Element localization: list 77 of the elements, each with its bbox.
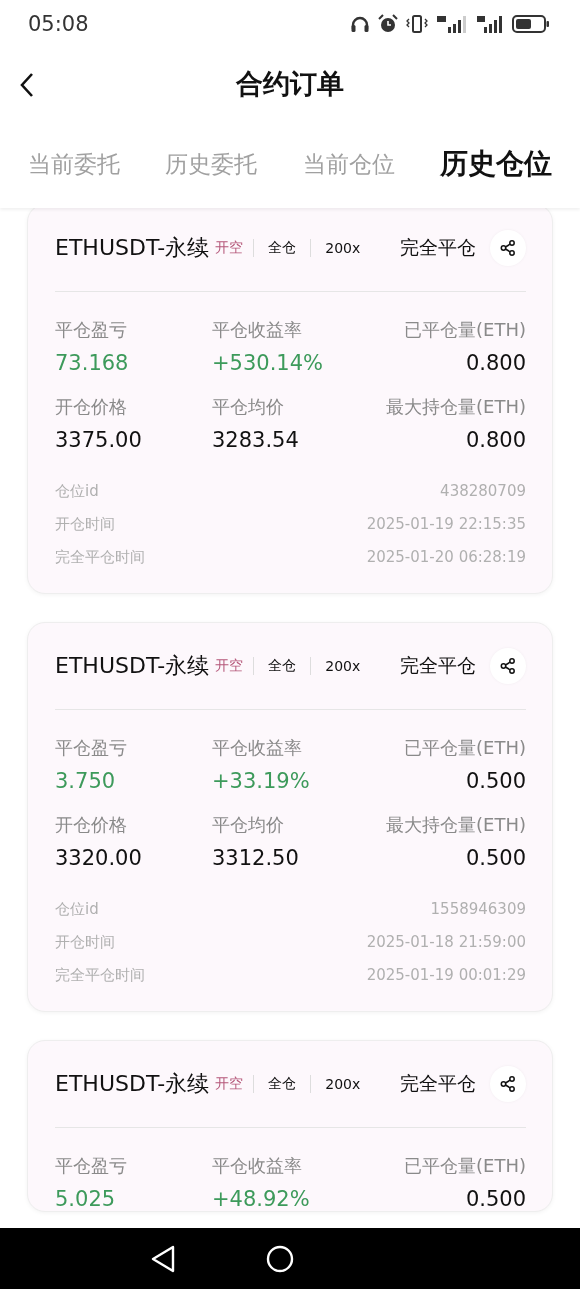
stat-value: 0.500 [465,1187,526,1211]
back-icon[interactable] [150,1244,176,1273]
home-icon[interactable] [266,1244,294,1273]
stat-label: 平仓均价 [212,813,284,837]
stat-value: 3.750 [55,769,116,793]
share-icon [500,1076,516,1092]
status-label: 完全平仓 [400,1071,476,1096]
stat-value: 0.800 [465,351,526,375]
vibrate-icon [406,14,428,34]
tab[interactable]: 历史仓位 [440,145,552,183]
margin-mode-tag: 全仓 [268,239,312,257]
detail-label: 开仓时间 [55,515,115,534]
tab[interactable]: 当前仓位 [302,148,395,180]
detail-label: 完全平仓时间 [55,548,145,567]
status-label: 完全平仓 [400,235,476,260]
stat-value: +33.19% [212,769,310,793]
side-tag: 开空 [209,657,255,675]
side-tag: 开空 [209,1075,255,1093]
symbol-label: ETHUSDT-永续 [55,652,210,680]
detail-value: 1558946309 [430,900,526,919]
side-tag: 开空 [209,239,255,257]
status-time: 05:08 [28,12,89,36]
leverage-tag: 200x [325,658,361,674]
leverage-tag: 200x [325,240,361,256]
share-button[interactable] [490,1066,526,1102]
stat-value: 0.500 [465,846,526,870]
stat-value: 3320.00 [55,846,142,870]
signal-icon [476,14,504,34]
detail-label: 仓位id [55,900,99,919]
stat-value: +48.92% [212,1187,310,1211]
stat-label: 平仓均价 [212,395,284,419]
leverage-tag: 200x [325,1076,361,1092]
share-button[interactable] [490,648,526,684]
signal-icon [436,14,468,34]
detail-value: 2025-01-19 00:01:29 [366,966,526,985]
status-label: 完全平仓 [400,653,476,678]
detail-label: 完全平仓时间 [55,966,145,985]
share-icon [500,658,516,674]
stat-value: +530.14% [212,351,324,375]
detail-value: 2025-01-19 22:15:35 [366,515,526,534]
margin-mode-tag: 全仓 [268,1075,312,1093]
stat-label: 已平仓量(ETH) [404,736,526,760]
stat-label: 最大持仓量(ETH) [386,395,526,419]
stat-value: 3283.54 [212,428,299,452]
stat-label: 开仓价格 [55,813,127,837]
stat-label: 平仓盈亏 [55,1154,127,1178]
stat-label: 平仓收益率 [212,736,302,760]
stat-value: 73.168 [55,351,129,375]
stat-value: 0.500 [465,769,526,793]
stat-value: 5.025 [55,1187,116,1211]
headphones-icon [350,15,370,33]
stat-label: 最大持仓量(ETH) [386,813,526,837]
stat-value: 3312.50 [212,846,299,870]
stat-label: 平仓收益率 [212,318,302,342]
detail-value: 438280709 [440,482,526,501]
stat-value: 0.800 [465,428,526,452]
margin-mode-tag: 全仓 [268,657,312,675]
tab[interactable]: 当前委托 [28,148,120,180]
stat-label: 平仓收益率 [212,1154,302,1178]
detail-label: 开仓时间 [55,933,115,952]
page-title: 合约订单 [236,67,344,101]
share-icon [500,240,516,256]
stat-label: 开仓价格 [55,395,127,419]
stat-label: 平仓盈亏 [55,318,127,342]
stat-value: 3375.00 [55,428,142,452]
alarm-icon [378,14,398,34]
detail-value: 2025-01-18 21:59:00 [366,933,526,952]
stat-label: 已平仓量(ETH) [404,1154,526,1178]
symbol-label: ETHUSDT-永续 [55,1070,210,1098]
battery-icon [512,14,550,34]
detail-value: 2025-01-20 06:28:19 [366,548,526,567]
detail-label: 仓位id [55,482,99,501]
share-button[interactable] [490,230,526,266]
tab[interactable]: 历史委托 [165,148,258,180]
stat-label: 平仓盈亏 [55,736,127,760]
symbol-label: ETHUSDT-永续 [55,234,210,262]
stat-label: 已平仓量(ETH) [404,318,526,342]
